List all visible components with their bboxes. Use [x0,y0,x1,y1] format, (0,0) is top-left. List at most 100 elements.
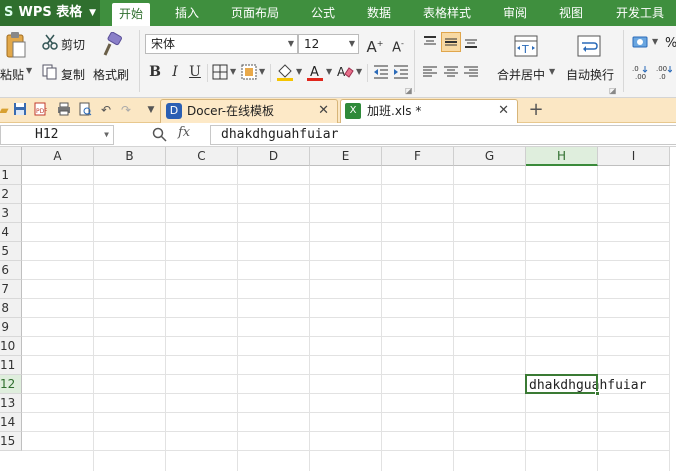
wrap-text-icon[interactable] [577,34,601,58]
format-painter-icon[interactable] [101,31,123,58]
row-header-13[interactable]: 13 [0,394,22,413]
align-left-icon[interactable] [422,64,438,80]
tab-data[interactable]: 数据 [360,0,398,26]
column-header-d[interactable]: D [238,147,310,166]
font-name-select[interactable]: 宋体 ▼ [145,34,298,54]
paste-button[interactable]: 粘贴 [0,66,24,83]
close-icon[interactable]: ✕ [318,100,329,122]
cell-area[interactable]: dhakdhguahfuiar [22,166,676,471]
tab-workbook[interactable]: X 加班.xls * ✕ [340,99,518,123]
font-color-icon[interactable]: A [306,63,324,81]
cut-button[interactable]: 剪切 [61,36,85,53]
bold-button[interactable]: B [146,63,164,81]
italic-button[interactable]: I [166,63,184,81]
decrease-decimal-icon[interactable]: .00.0 [656,64,673,81]
row-header-15[interactable]: 15 [0,432,22,451]
row-header-3[interactable]: 3 [0,204,22,223]
row-header-12[interactable]: 12 [0,375,22,394]
row-header-14[interactable]: 14 [0,413,22,432]
tab-review[interactable]: 审阅 [496,0,534,26]
spreadsheet-icon: X [345,103,361,119]
chevron-down-icon[interactable]: ▼ [296,67,302,76]
quick-access-dropdown-icon[interactable]: ▼ [143,102,159,118]
underline-button[interactable]: U [186,63,204,81]
row-header-10[interactable]: 10 [0,337,22,356]
column-header-g[interactable]: G [454,147,526,166]
row-header-2[interactable]: 2 [0,185,22,204]
row-header-5[interactable]: 5 [0,242,22,261]
align-bottom-icon[interactable] [463,34,479,50]
align-middle-icon[interactable] [441,32,461,52]
font-dialog-launcher-icon[interactable]: ◪ [405,86,413,95]
chevron-down-icon[interactable]: ▼ [652,37,658,46]
align-center-icon[interactable] [443,64,459,80]
column-header-a[interactable]: A [22,147,94,166]
name-box[interactable]: H12 ▼ [0,125,114,145]
active-cell-selection[interactable] [525,374,600,396]
chevron-down-icon[interactable]: ▼ [26,66,32,75]
column-header-e[interactable]: E [310,147,382,166]
fill-color-icon[interactable] [276,63,294,81]
select-all-corner[interactable] [0,147,22,166]
row-header-11[interactable]: 11 [0,356,22,375]
fill-handle[interactable] [595,391,600,396]
row-header-7[interactable]: 7 [0,280,22,299]
undo-icon[interactable]: ↶ [98,102,114,118]
format-painter-button[interactable]: 格式刷 [93,66,129,83]
new-tab-plus-icon[interactable]: + [526,100,546,120]
zoom-search-icon[interactable] [152,127,168,143]
merge-center-button[interactable]: 合并居中 [497,66,545,83]
column-header-c[interactable]: C [166,147,238,166]
copy-button[interactable]: 复制 [61,66,85,83]
percent-button[interactable]: % [665,36,676,51]
tab-view[interactable]: 视图 [552,0,590,26]
column-header-h[interactable]: H [526,147,598,166]
tab-formulas[interactable]: 公式 [304,0,342,26]
close-icon[interactable]: ✕ [498,100,509,122]
tab-home[interactable]: 开始 [112,3,150,26]
chevron-down-icon[interactable]: ▼ [549,67,555,76]
row-header-4[interactable]: 4 [0,223,22,242]
wrap-text-button[interactable]: 自动换行 [566,66,614,83]
app-menu-button[interactable]: S WPS 表格 ▼ [0,0,100,26]
align-right-icon[interactable] [463,64,479,80]
chevron-down-icon[interactable]: ▼ [230,67,236,76]
chevron-down-icon[interactable]: ▼ [356,67,362,76]
increase-decimal-icon[interactable]: .0.00 [632,64,648,81]
clear-format-icon[interactable]: A [336,63,354,81]
align-top-icon[interactable] [422,34,438,50]
column-header-b[interactable]: B [94,147,166,166]
shrink-font-button[interactable]: A- [389,35,407,55]
formula-input[interactable]: dhakdhguahfuiar [210,125,676,145]
decrease-indent-icon[interactable] [373,64,389,80]
chevron-down-icon[interactable]: ▼ [259,67,265,76]
row-header-6[interactable]: 6 [0,261,22,280]
export-pdf-icon[interactable]: PDF [32,102,48,118]
font-size-select[interactable]: 12 ▼ [298,34,359,54]
grow-font-button[interactable]: A+ [366,35,384,56]
borders-icon[interactable] [212,64,228,80]
row-header-1[interactable]: 1 [0,166,22,185]
paste-icon[interactable] [4,32,28,60]
increase-indent-icon[interactable] [393,64,409,80]
tab-docer-templates[interactable]: D Docer-在线模板 ✕ [160,99,338,123]
folder-open-icon[interactable]: ▰ [0,102,12,118]
print-icon[interactable] [56,102,72,118]
column-header-f[interactable]: F [382,147,454,166]
tab-insert[interactable]: 插入 [168,0,206,26]
tab-table-style[interactable]: 表格样式 [416,0,478,26]
merge-center-icon[interactable]: T [514,34,538,58]
alignment-dialog-launcher-icon[interactable]: ◪ [609,86,617,95]
tab-page-layout[interactable]: 页面布局 [226,0,284,26]
chevron-down-icon[interactable]: ▼ [326,67,332,76]
function-fx-button[interactable]: fx [178,125,190,140]
column-header-i[interactable]: I [598,147,670,166]
redo-icon[interactable]: ↷ [118,102,134,118]
currency-icon[interactable] [632,34,650,50]
row-header-9[interactable]: 9 [0,318,22,337]
cell-style-icon[interactable] [241,64,257,80]
print-preview-icon[interactable] [77,102,93,118]
tab-developer[interactable]: 开发工具 [608,0,672,26]
save-icon[interactable] [12,102,28,118]
row-header-8[interactable]: 8 [0,299,22,318]
